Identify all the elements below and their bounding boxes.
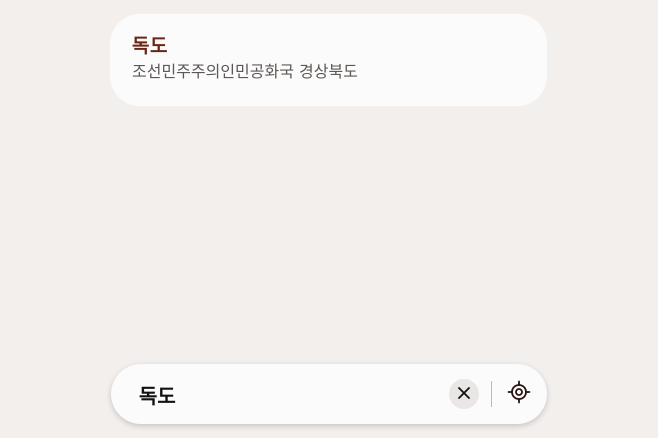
divider (491, 381, 492, 407)
clear-button[interactable] (449, 379, 479, 409)
my-location-icon (507, 380, 531, 408)
my-location-button[interactable] (506, 380, 532, 408)
close-icon (457, 385, 471, 404)
search-input[interactable] (139, 378, 439, 410)
result-subtitle: 조선민주주의인민공화국 경상북도 (132, 62, 358, 81)
result-title: 독도 (132, 35, 168, 57)
search-result-card[interactable]: 독도 조선민주주의인민공화국 경상북도 (110, 14, 547, 106)
search-bar (111, 364, 547, 424)
